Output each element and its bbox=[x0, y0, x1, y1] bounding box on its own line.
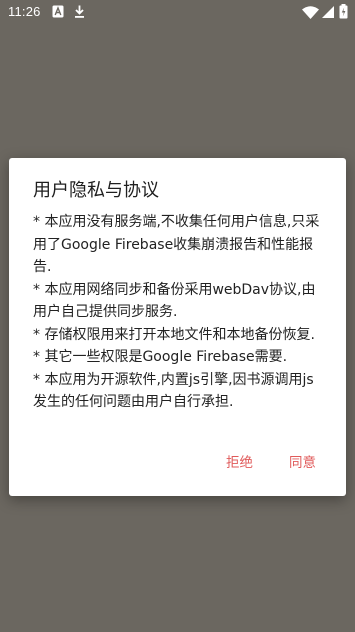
signal-icon bbox=[322, 6, 334, 18]
privacy-clause: * 本应用为开源软件,内置js引擎,因书源调用js发生的任何问题由用户自行承担. bbox=[33, 371, 314, 411]
privacy-clause: * 本应用网络同步和备份采用webDav协议,由用户自己提供同步服务. bbox=[33, 281, 316, 321]
privacy-clause: * 存储权限用来打开本地文件和本地备份恢复. bbox=[33, 326, 315, 343]
privacy-dialog: 用户隐私与协议 * 本应用没有服务端,不收集任何用户信息,只采用了Google … bbox=[9, 158, 346, 496]
reject-button[interactable]: 拒绝 bbox=[226, 454, 253, 472]
battery-icon bbox=[339, 4, 348, 19]
wifi-icon bbox=[302, 6, 319, 19]
download-icon bbox=[75, 5, 84, 18]
status-time: 11:26 bbox=[8, 4, 41, 19]
notification-a-icon bbox=[52, 5, 64, 18]
dialog-message: * 本应用没有服务端,不收集任何用户信息,只采用了Google Firebase… bbox=[33, 211, 325, 414]
status-bar: 11:26 bbox=[0, 0, 355, 24]
privacy-clause: * 其它一些权限是Google Firebase需要. bbox=[33, 349, 288, 365]
dialog-title: 用户隐私与协议 bbox=[33, 180, 159, 201]
accept-button[interactable]: 同意 bbox=[289, 454, 316, 472]
privacy-clause: * 本应用没有服务端,不收集任何用户信息,只采用了Google Firebase… bbox=[33, 214, 320, 275]
